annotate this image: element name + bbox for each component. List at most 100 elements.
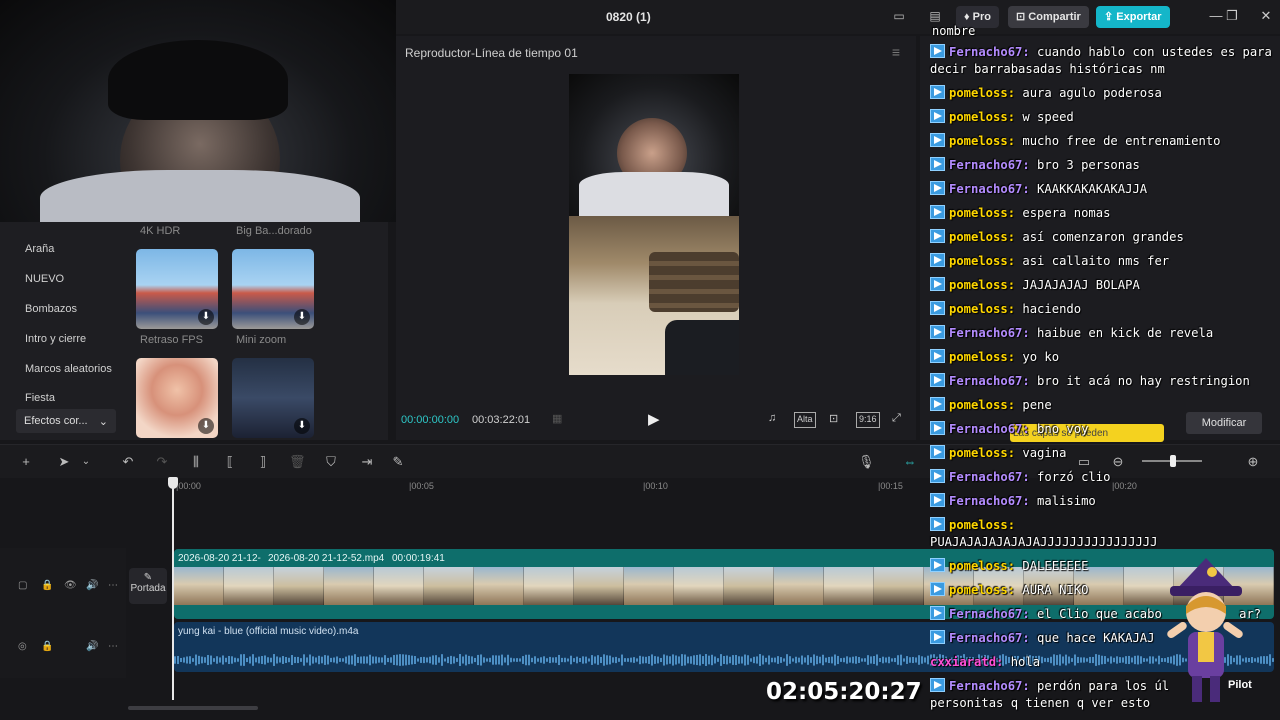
aspect-ratio-button[interactable]: 9:16 (856, 412, 880, 428)
category-arana[interactable]: Araña (25, 243, 54, 255)
waveform-bar (702, 656, 704, 664)
chat-text: KAAKKAKAKAKAJJA (1029, 182, 1148, 196)
chat-badge-icon (930, 678, 945, 692)
play-icon[interactable]: ▶ (648, 410, 664, 428)
chat-badge-icon (930, 301, 945, 315)
waveform-bar (759, 654, 761, 666)
link-icon[interactable]: ⇔ (902, 454, 918, 470)
waveform-bar (426, 657, 428, 663)
waveform-bar (459, 654, 461, 666)
undo-icon[interactable]: ↶ (120, 454, 136, 470)
waveform-bar (864, 658, 866, 662)
add-icon[interactable]: + (18, 454, 34, 470)
category-bombazos[interactable]: Bombazos (25, 303, 77, 315)
waveform-bar (849, 657, 851, 663)
lock-icon[interactable]: 🔒 (41, 580, 53, 591)
waveform-bar (771, 657, 773, 663)
waveform-bar (651, 654, 653, 666)
waveform-bar (603, 654, 605, 666)
track-select-icon[interactable]: ▢ (18, 580, 27, 591)
effects-dropdown-label: Efectos cor... (24, 415, 88, 427)
eye-icon[interactable]: 👁 (64, 580, 77, 591)
redo-icon[interactable]: ↷ (154, 454, 170, 470)
chat-badge-icon (930, 277, 945, 291)
chat-text: malisimo (1029, 494, 1096, 508)
chat-username: pomeloss: (949, 134, 1016, 148)
waveform-bar (912, 656, 914, 664)
cursor-icon[interactable]: ➤ (56, 454, 72, 470)
waveform-bar (615, 656, 617, 664)
video-preview (569, 74, 739, 375)
fullscreen-icon[interactable]: ⤢ (892, 412, 901, 428)
volume-icon[interactable]: 🔊 (86, 641, 98, 652)
chat-badge-icon (930, 517, 945, 531)
waveform-bar (390, 657, 392, 663)
waveform-bar (591, 655, 593, 665)
download-icon[interactable]: ⬇ (198, 309, 214, 325)
waveform-bar (621, 654, 623, 666)
waveform-bar (516, 658, 518, 662)
category-fiesta[interactable]: Fiesta (25, 392, 55, 404)
waveform-bar (750, 658, 752, 662)
trim-right-icon[interactable]: ⟧ (255, 454, 271, 470)
waveform-bar (657, 656, 659, 664)
effects-dropdown[interactable]: Efectos cor... ⌄ (16, 409, 116, 433)
effect-thumb-dark[interactable]: ⬇ (232, 358, 314, 438)
waveform-bar (405, 654, 407, 666)
waveform-bar (909, 657, 911, 663)
waveform-bar (318, 655, 320, 665)
playhead-handle[interactable] (168, 477, 178, 489)
download-icon[interactable]: ⬇ (198, 418, 214, 434)
freeze-icon[interactable]: ⇥ (359, 454, 375, 470)
waveform-bar (747, 655, 749, 665)
category-marcos[interactable]: Marcos aleatorios (25, 363, 112, 375)
menu-icon[interactable]: ≡ (892, 44, 900, 60)
fit-icon[interactable]: ⊡ (829, 412, 838, 428)
microphone-icon[interactable]: 🎙 (858, 454, 875, 470)
chat-badge-icon (930, 205, 945, 219)
cover-button[interactable]: ✎ Portada (129, 568, 167, 604)
waveform-bar (786, 654, 788, 666)
waveform-bar (867, 655, 869, 665)
effect-thumb-portrait[interactable]: ⬇ (136, 358, 218, 438)
layout-icon[interactable]: ▭ (890, 9, 908, 23)
waveform-bar (804, 657, 806, 663)
delete-icon[interactable]: 🗑 (289, 454, 306, 470)
chevron-down-icon[interactable]: ⌄ (78, 454, 94, 470)
audio-icon[interactable]: ♫ (768, 412, 776, 428)
waveform-bar (267, 657, 269, 663)
download-icon[interactable]: ⬇ (294, 418, 310, 434)
chat-badge-icon (930, 469, 945, 483)
pen-icon[interactable]: ✎ (390, 454, 406, 470)
waveform-bar (738, 656, 740, 664)
mask-icon[interactable]: ⛉ (323, 454, 339, 470)
more-icon[interactable]: ⋯ (108, 580, 118, 591)
chat-username: pomeloss: (949, 583, 1016, 597)
waveform-bar (261, 656, 263, 664)
waveform-bar (201, 656, 203, 664)
audio-track-icon[interactable]: ◎ (18, 641, 27, 652)
category-intro[interactable]: Intro y cierre (25, 333, 86, 345)
chat-username: pomeloss: (949, 230, 1016, 244)
thumb-label-retraso: Retraso FPS (140, 334, 203, 346)
effect-thumb-retraso[interactable]: ⬇ (136, 249, 218, 329)
trim-left-icon[interactable]: ⟦ (222, 454, 238, 470)
split-icon[interactable]: ⫼ (188, 454, 204, 470)
waveform-bar (468, 655, 470, 665)
preview-rocks (649, 252, 739, 312)
preview-phone (665, 320, 739, 375)
more-icon[interactable]: ⋯ (108, 641, 118, 652)
volume-icon[interactable]: 🔊 (86, 580, 98, 591)
horizontal-scrollbar[interactable] (128, 706, 258, 710)
lock-icon[interactable]: 🔒 (41, 641, 53, 652)
waveform-bar (351, 655, 353, 665)
waveform-bar (792, 658, 794, 662)
waveform-bar (435, 655, 437, 665)
effect-thumb-minizoom[interactable]: ⬇ (232, 249, 314, 329)
playhead[interactable] (172, 478, 174, 700)
quality-button[interactable]: Alta (794, 412, 816, 428)
waveform-bar (555, 657, 557, 663)
download-icon[interactable]: ⬇ (294, 309, 310, 325)
category-nuevo[interactable]: NUEVO (25, 273, 64, 285)
pilot-label: Pilot (1228, 679, 1252, 691)
